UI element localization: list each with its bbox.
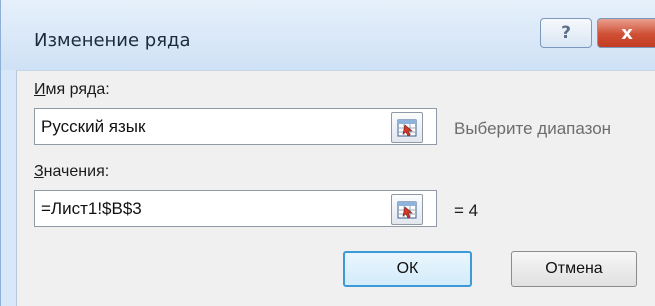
series-values-accel: З (34, 163, 44, 180)
title-bar[interactable]: Изменение ряда ? x (1, 0, 655, 70)
range-picker-icon (397, 201, 417, 218)
series-values-field[interactable] (34, 190, 437, 227)
close-button[interactable]: x (597, 18, 655, 48)
series-name-field[interactable] (34, 108, 437, 145)
series-name-label: Имя ряда: (34, 81, 110, 99)
series-name-hint: Выберите диапазон (454, 119, 612, 138)
series-values-label: Значения: (34, 163, 109, 181)
edit-series-dialog: Изменение ряда ? x Имя ряда: Вы (0, 0, 655, 306)
ok-button[interactable]: ОК (343, 251, 472, 287)
range-picker-icon (397, 119, 417, 136)
dialog-title: Изменение ряда (34, 30, 191, 51)
series-values-result: = 4 (454, 201, 479, 220)
help-button[interactable]: ? (540, 18, 592, 48)
cancel-button[interactable]: Отмена (511, 251, 637, 287)
close-icon: x (621, 22, 633, 44)
series-name-input[interactable] (35, 116, 182, 137)
help-icon: ? (561, 23, 571, 43)
ok-button-label: ОК (396, 260, 419, 277)
series-name-range-picker-button[interactable] (391, 112, 423, 143)
series-name-accel: И (34, 81, 46, 98)
series-values-input[interactable] (35, 198, 436, 219)
cancel-button-label: Отмена (545, 260, 603, 277)
series-values-range-picker-button[interactable] (391, 194, 423, 225)
series-name-label-text: мя ряда: (45, 81, 110, 98)
series-values-label-text: начения: (43, 163, 110, 180)
dialog-body: Имя ряда: Выберите диапазон Значения: (16, 70, 655, 306)
